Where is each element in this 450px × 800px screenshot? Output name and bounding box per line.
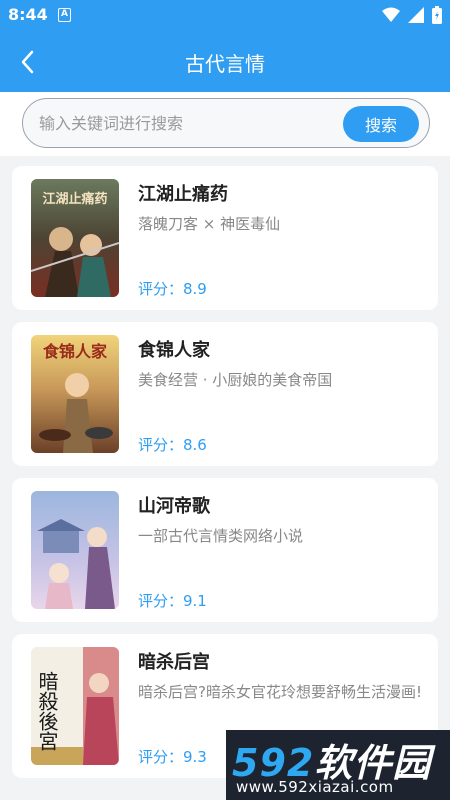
book-description: 一部古代言情类网络小说 (138, 527, 304, 545)
page-title: 古代言情 (185, 52, 265, 76)
status-time: 8:44 (8, 5, 48, 24)
book-list: 江湖止痛药 江湖止痛药 落魄刀客 × 神医毒仙 评分：8.9 食锦人家 食锦人家… (12, 166, 438, 790)
status-icons (382, 6, 442, 24)
watermark-logo: 592软件园 www.592xiazai.com (226, 730, 450, 800)
watermark-url: www.592xiazai.com (236, 778, 394, 796)
book-cover: 江湖止痛药 (31, 179, 119, 297)
book-score: 评分：9.1 (138, 592, 207, 610)
book-cover (31, 491, 119, 609)
battery-icon (432, 6, 442, 24)
book-score: 评分：8.6 (138, 436, 207, 454)
search-area: 搜索 (0, 92, 450, 156)
book-cover: 暗殺後宮 (31, 647, 119, 765)
book-cover: 食锦人家 (31, 335, 119, 453)
app-bar: 古代言情 (0, 30, 450, 92)
book-description: 暗杀后宫?暗杀女官花玲想要舒畅生活漫画! (138, 683, 422, 701)
book-title: 山河帝歌 (138, 496, 210, 517)
book-title: 食锦人家 (138, 340, 210, 361)
search-button[interactable]: 搜索 (343, 106, 419, 142)
book-title: 江湖止痛药 (138, 184, 228, 205)
book-score: 评分：9.3 (138, 748, 207, 766)
book-card[interactable]: 食锦人家 食锦人家 美食经营 · 小厨娘的美食帝国 评分：8.6 (12, 322, 438, 466)
book-card[interactable]: 江湖止痛药 江湖止痛药 落魄刀客 × 神医毒仙 评分：8.9 (12, 166, 438, 310)
wifi-icon (382, 7, 400, 22)
book-title: 暗杀后宫 (138, 652, 210, 673)
cover-title: 暗殺後宮 (35, 671, 59, 751)
status-bar: 8:44 A (0, 0, 450, 30)
cover-title: 江湖止痛药 (42, 191, 107, 207)
cover-title: 食锦人家 (42, 342, 108, 361)
notification-icon: A (58, 8, 71, 22)
search-input[interactable] (39, 107, 339, 139)
search-box: 搜索 (22, 98, 430, 148)
book-score: 评分：8.9 (138, 280, 207, 298)
signal-icon (408, 7, 424, 23)
book-description: 美食经营 · 小厨娘的美食帝国 (138, 371, 333, 389)
book-card[interactable]: 山河帝歌 一部古代言情类网络小说 评分：9.1 (12, 478, 438, 622)
book-description: 落魄刀客 × 神医毒仙 (138, 215, 281, 233)
